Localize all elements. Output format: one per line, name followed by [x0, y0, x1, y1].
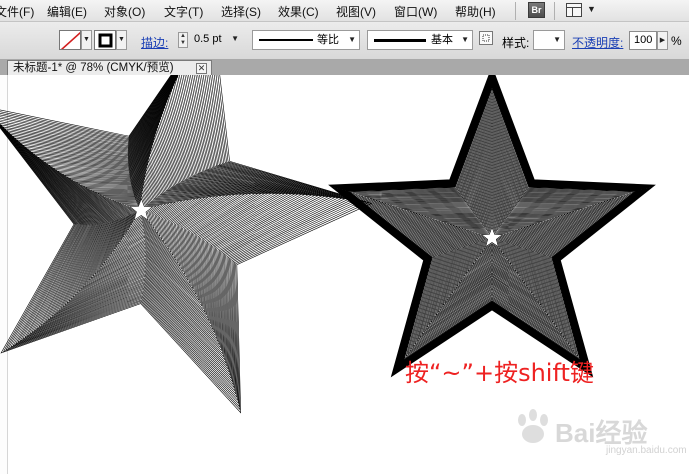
chevron-down-icon: ▼	[231, 34, 239, 43]
opacity-input[interactable]: 100	[629, 31, 657, 50]
menu-separator	[515, 2, 516, 20]
brush-label: 基本	[431, 34, 453, 46]
star-outline	[474, 220, 510, 253]
fill-dropdown[interactable]: ▼	[81, 30, 92, 50]
bridge-icon[interactable]: Br	[528, 2, 545, 18]
stroke-label[interactable]: 描边:	[141, 34, 168, 51]
menu-bar: 文件(F) 编辑(E) 对象(O) 文字(T) 选择(S) 效果(C) 视图(V…	[0, 0, 689, 22]
no-fill-icon	[60, 31, 80, 49]
stroke-weight-stepper[interactable]: ▲ ▼	[178, 32, 188, 48]
menu-help[interactable]: 帮助(H)	[455, 3, 496, 20]
menu-window[interactable]: 窗口(W)	[394, 3, 437, 20]
chevron-down-icon: ▼	[461, 35, 469, 44]
close-icon[interactable]: ✕	[196, 63, 207, 74]
opacity-dropdown[interactable]: ▶	[657, 31, 668, 50]
menu-view[interactable]: 视图(V)	[336, 3, 376, 20]
stroke-weight-value: 0.5 pt	[194, 33, 222, 45]
stroke-color-icon	[98, 33, 113, 48]
menu-edit[interactable]: 编辑(E)	[47, 3, 87, 20]
star-outline	[328, 75, 656, 378]
chevron-down-icon: ▼	[348, 35, 356, 44]
stroke-dropdown[interactable]: ▼	[116, 30, 127, 50]
menu-separator	[554, 2, 555, 20]
fill-swatch[interactable]	[59, 30, 81, 50]
concentric-star-blend[interactable]	[328, 75, 656, 378]
menu-file[interactable]: 文件(F)	[0, 3, 34, 20]
opacity-label[interactable]: 不透明度:	[572, 34, 623, 51]
variable-width-profile-select[interactable]: 等比 ▼	[252, 30, 360, 50]
control-bar: ▼ ▼ 描边: ▲ ▼ 0.5 pt ▼ 等比 ▼ 基本 ▼ 样式: ▼ 不透明度…	[0, 22, 689, 60]
opacity-unit: %	[671, 34, 682, 48]
stroke-swatch[interactable]	[94, 30, 116, 50]
profile-label: 等比	[317, 34, 339, 46]
document-tab-title: 未标题-1* @ 78% (CMYK/预览)	[13, 62, 174, 74]
instruction-annotation: 按“~”+按shift键	[405, 359, 594, 387]
profile-line-preview	[259, 39, 313, 41]
menu-type[interactable]: 文字(T)	[164, 3, 203, 20]
stroke-weight-select[interactable]: 0.5 pt ▼	[190, 30, 242, 50]
rotated-star-blend[interactable]	[0, 75, 373, 414]
document-tab[interactable]: 未标题-1* @ 78% (CMYK/预览) ✕	[7, 60, 212, 76]
brush-definition-select[interactable]: 基本 ▼	[367, 30, 473, 50]
graphic-style-select[interactable]: ▼	[533, 30, 565, 50]
style-label: 样式:	[502, 36, 530, 50]
graphic-style-options-icon[interactable]	[479, 31, 493, 45]
workspace-layout-icon[interactable]	[566, 3, 582, 17]
document-tab-strip: 未标题-1* @ 78% (CMYK/预览) ✕	[0, 60, 689, 76]
chevron-down-icon[interactable]: ▼	[587, 4, 596, 14]
menu-object[interactable]: 对象(O)	[104, 3, 145, 20]
chevron-down-icon: ▼	[553, 35, 561, 44]
brush-line-preview	[374, 39, 426, 42]
artboard-canvas[interactable]: 按“~”+按shift键 Bai经验 jingyan.baidu.com	[0, 75, 689, 474]
baidu-paw-logo	[518, 409, 548, 443]
menu-effect[interactable]: 效果(C)	[278, 3, 319, 20]
baidu-watermark-url: jingyan.baidu.com	[606, 445, 687, 456]
menu-select[interactable]: 选择(S)	[221, 3, 261, 20]
